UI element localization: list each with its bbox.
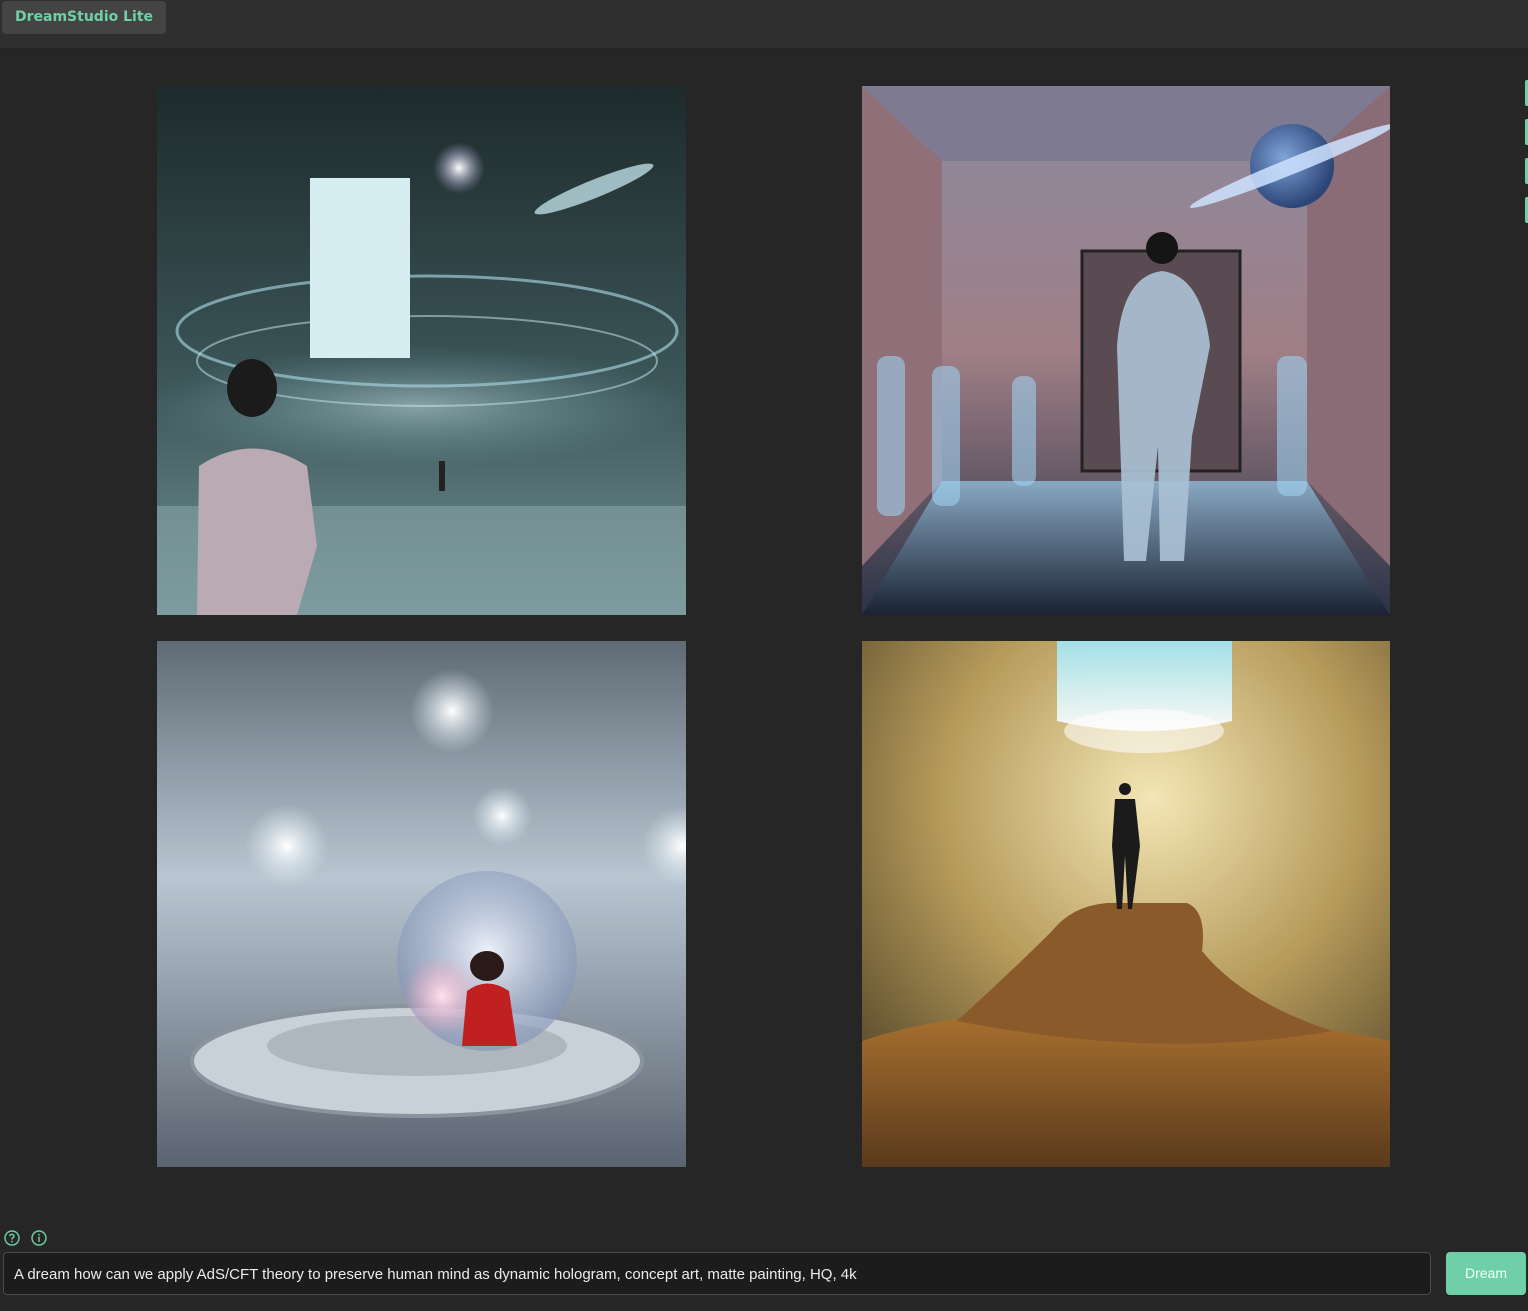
generated-image-2-art [862, 86, 1390, 615]
generated-image-2[interactable] [862, 86, 1390, 615]
generated-image-1[interactable] [157, 86, 686, 615]
generated-image-4[interactable] [862, 641, 1390, 1167]
info-circle-icon[interactable] [31, 1230, 47, 1246]
top-bar: DreamStudio Lite [0, 0, 1528, 49]
image-gallery [0, 48, 1528, 1228]
prompt-input[interactable]: A dream how can we apply AdS/CFT theory … [3, 1252, 1431, 1295]
generated-image-3-art [157, 641, 686, 1167]
app-title-tab[interactable]: DreamStudio Lite [2, 1, 167, 34]
help-circle-icon[interactable] [4, 1230, 20, 1246]
generated-image-3[interactable] [157, 641, 686, 1167]
help-row [4, 1230, 53, 1248]
dream-button[interactable]: Dream [1446, 1252, 1526, 1295]
generated-image-1-art [157, 86, 686, 615]
generated-image-4-art [862, 641, 1390, 1167]
